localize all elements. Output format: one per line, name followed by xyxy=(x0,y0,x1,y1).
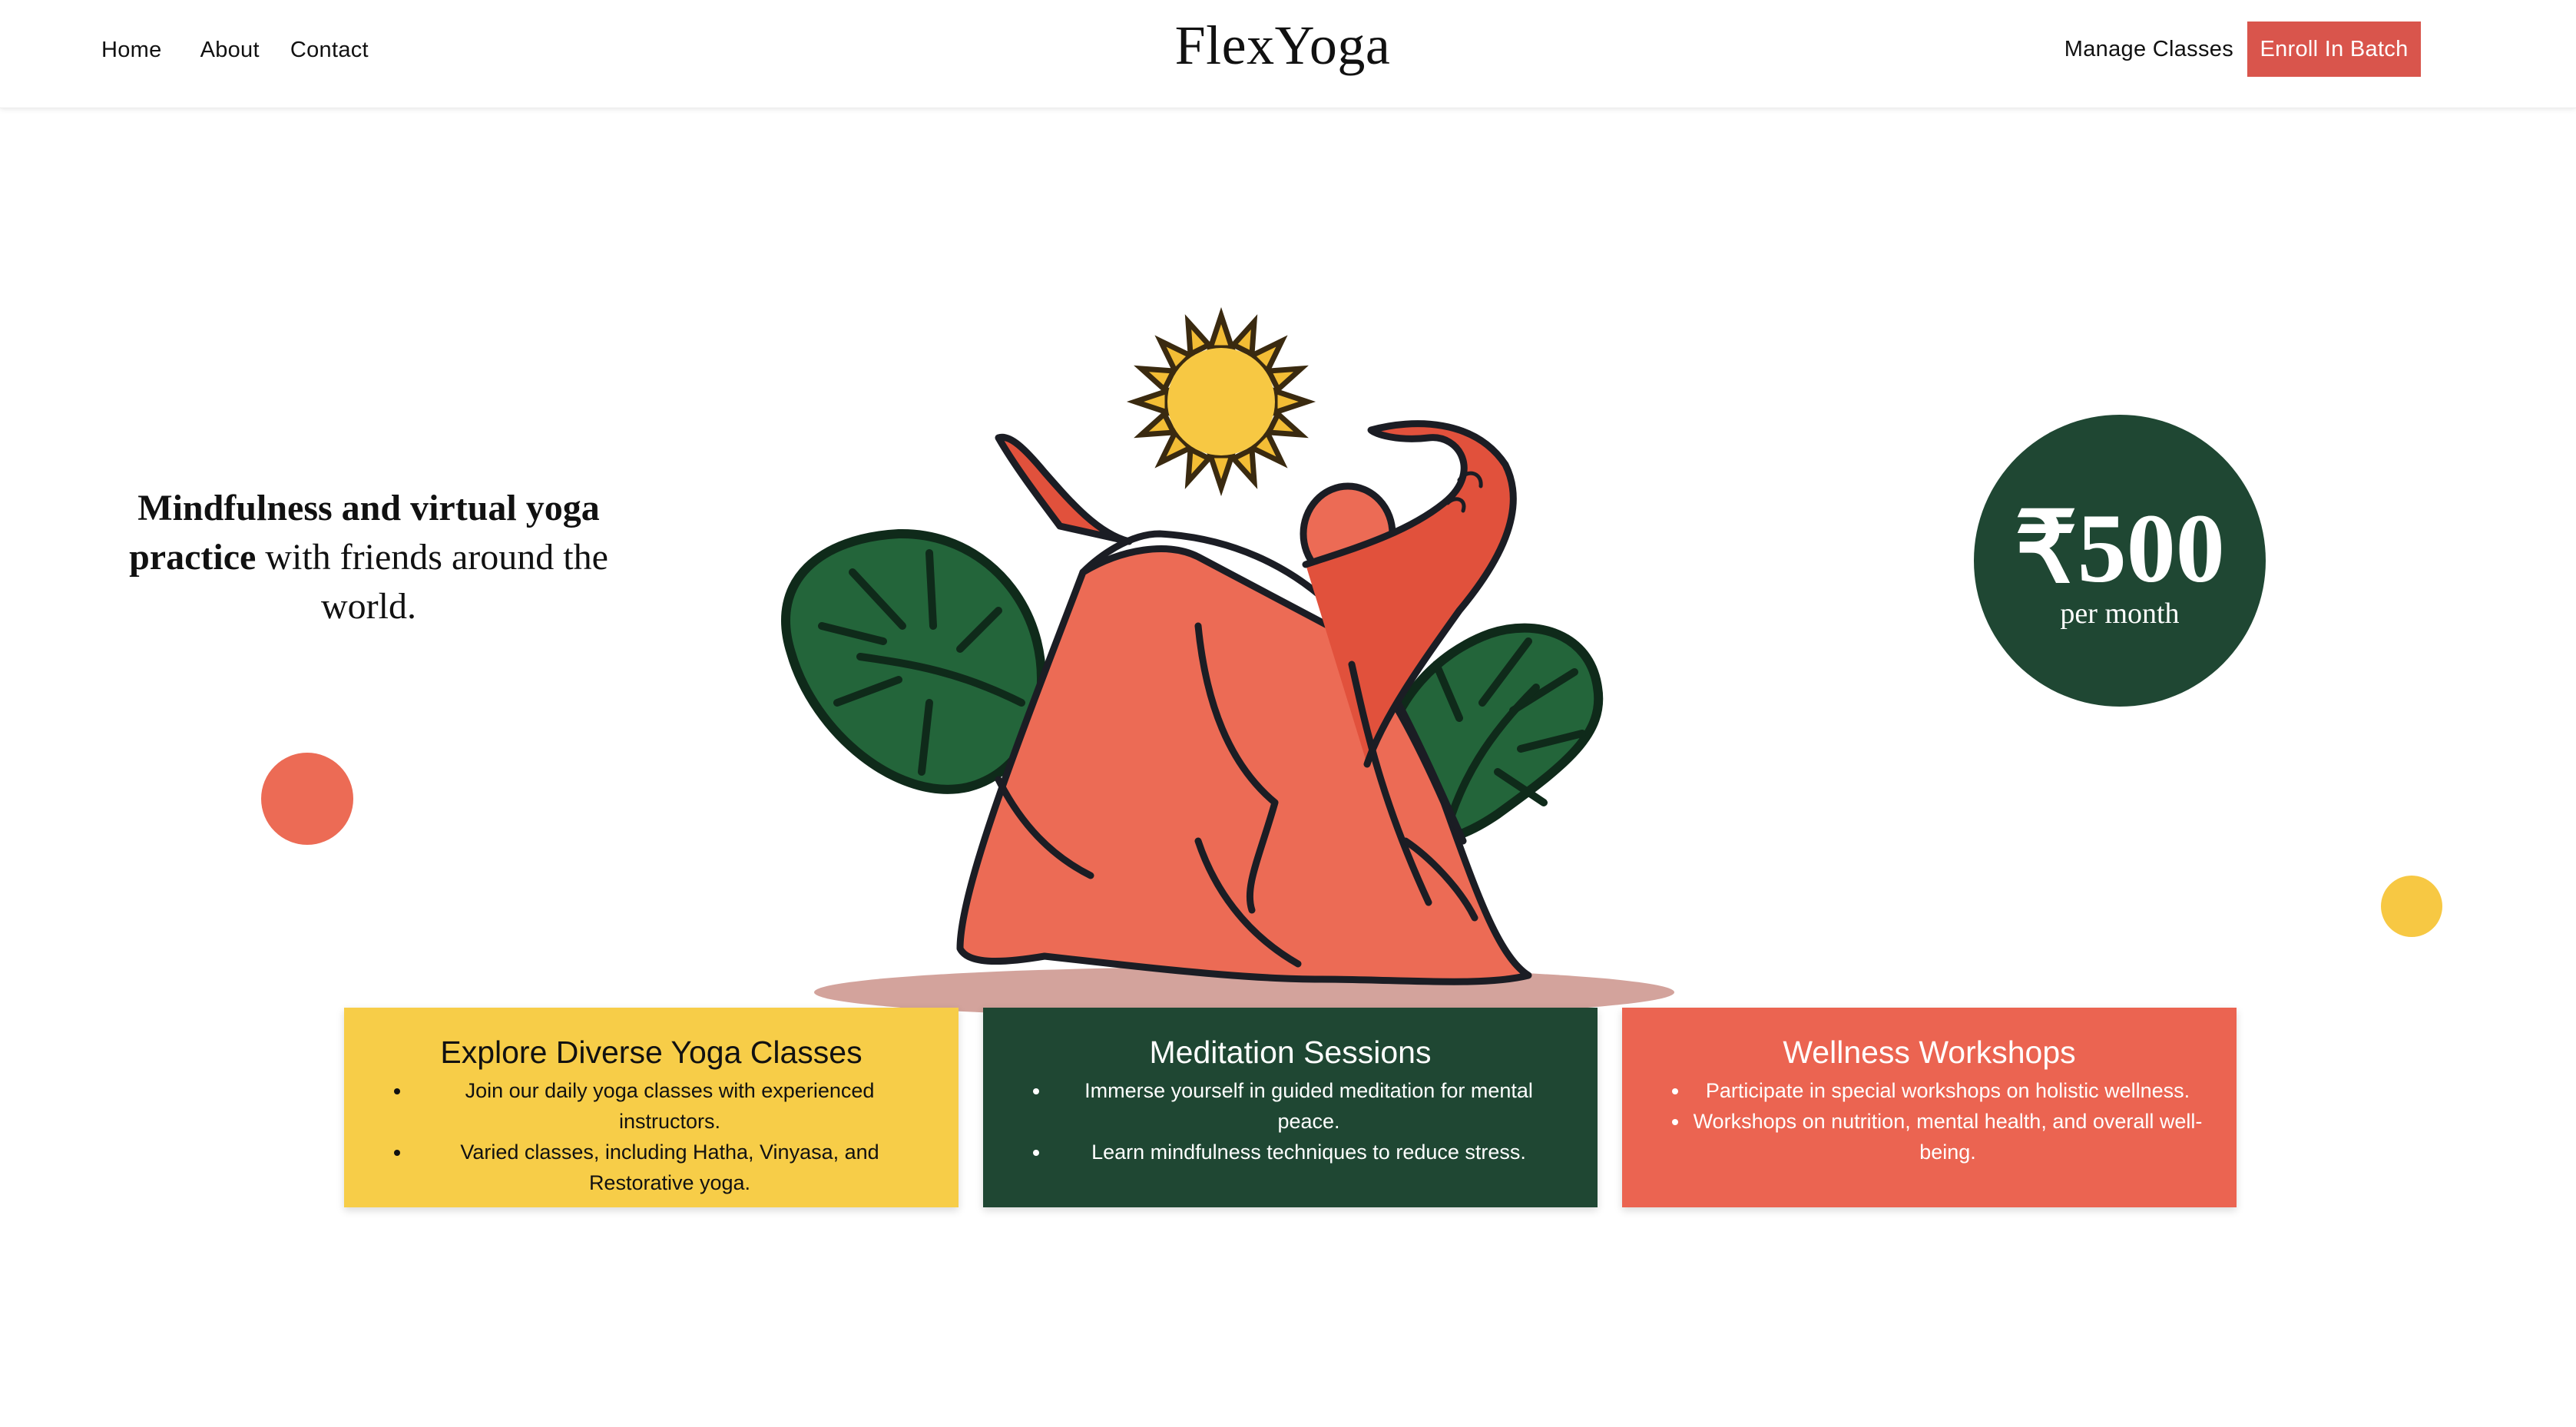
decorative-yellow-dot xyxy=(2381,876,2442,937)
price-period: per month xyxy=(2060,598,2180,630)
card-points: Join our daily yoga classes with experie… xyxy=(375,1075,928,1198)
yoga-pose-illustration xyxy=(781,306,1674,1018)
card-point: Immerse yourself in guided meditation fo… xyxy=(1051,1075,1567,1137)
card-point: Workshops on nutrition, mental health, a… xyxy=(1690,1106,2206,1167)
hero-tagline-rest: with friends around the world. xyxy=(256,537,608,627)
left-leaf-icon xyxy=(781,528,1046,794)
card-points: Immerse yourself in guided meditation fo… xyxy=(1014,1075,1567,1167)
decorative-red-dot xyxy=(261,753,353,845)
card-point: Varied classes, including Hatha, Vinyasa… xyxy=(412,1137,928,1198)
hero-tagline: Mindfulness and virtual yoga practice wi… xyxy=(108,484,630,631)
sun-icon xyxy=(1126,306,1316,497)
feature-card-workshops: Wellness Workshops Participate in specia… xyxy=(1622,1008,2237,1207)
feature-card-yoga-classes: Explore Diverse Yoga Classes Join our da… xyxy=(344,1008,959,1207)
card-title: Meditation Sessions xyxy=(1149,1035,1432,1070)
manage-classes-link[interactable]: Manage Classes xyxy=(2064,37,2233,62)
header-actions: Manage Classes Enroll In Batch xyxy=(2064,22,2421,77)
card-title: Wellness Workshops xyxy=(1783,1035,2076,1070)
card-point: Learn mindfulness techniques to reduce s… xyxy=(1051,1137,1567,1167)
card-points: Participate in special workshops on holi… xyxy=(1653,1075,2206,1167)
price-badge: ₹500 per month xyxy=(1974,415,2266,707)
enroll-in-batch-button[interactable]: Enroll In Batch xyxy=(2247,22,2421,77)
feature-card-meditation: Meditation Sessions Immerse yourself in … xyxy=(983,1008,1598,1207)
price-amount: ₹500 xyxy=(2015,494,2225,603)
card-point: Join our daily yoga classes with experie… xyxy=(412,1075,928,1137)
card-point: Participate in special workshops on holi… xyxy=(1690,1075,2206,1106)
card-title: Explore Diverse Yoga Classes xyxy=(440,1035,863,1070)
site-header: Home About Contact FlexYoga Manage Class… xyxy=(0,0,2576,108)
